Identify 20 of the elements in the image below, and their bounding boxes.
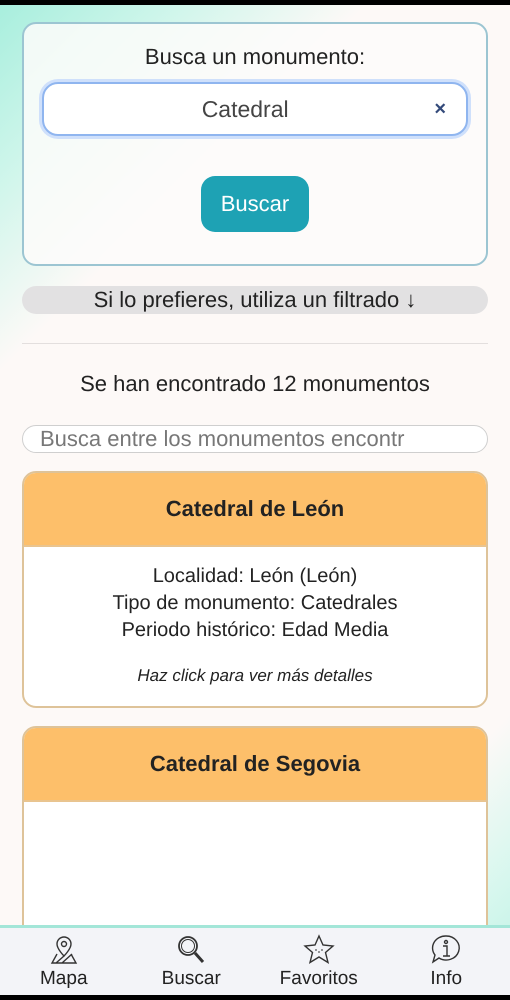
star-icon: [302, 934, 335, 966]
monument-card[interactable]: Catedral de Segovia: [22, 726, 488, 925]
results-search-field[interactable]: Busca entre los monumentos encontr: [22, 425, 488, 453]
monument-detail: Periodo histórico: Edad Media: [122, 619, 388, 642]
results-count: Se han encontrado 12 monumentos: [79, 371, 431, 397]
monument-card[interactable]: Catedral de León Localidad: León (León) Tipo de monumento: Catedrales Periodo histórico: Edad Media Haz click para ver más detalles: [22, 471, 488, 708]
nav-tab[interactable]: Favoritos: [255, 928, 382, 995]
monument-detail: Localidad: León (León): [152, 565, 358, 588]
search-field[interactable]: Catedral ×: [42, 82, 468, 136]
filter-button[interactable]: Si lo prefieres, utiliza un filtrado ↓: [22, 286, 488, 314]
monument-name: Catedral de Segovia: [24, 728, 486, 802]
info-icon: [430, 934, 462, 966]
nav-tab[interactable]: Buscar: [128, 928, 255, 995]
monument-detail: Tipo de monumento: Catedrales: [112, 592, 398, 615]
clear-button[interactable]: ×: [430, 98, 450, 120]
nav-tab[interactable]: Info: [382, 928, 510, 995]
details-hint: Haz click para ver más detalles: [137, 666, 373, 686]
monument-name: Catedral de León: [24, 473, 486, 547]
nav-tab[interactable]: Mapa: [0, 928, 128, 995]
search-title: Busca un monumento:: [144, 44, 366, 70]
